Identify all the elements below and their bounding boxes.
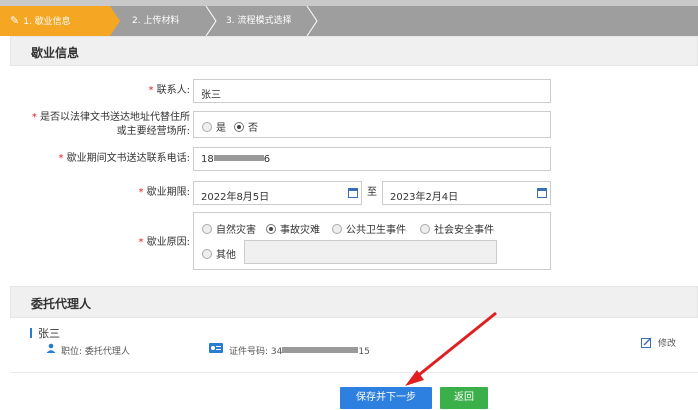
annotation-arrow-icon bbox=[405, 311, 497, 386]
